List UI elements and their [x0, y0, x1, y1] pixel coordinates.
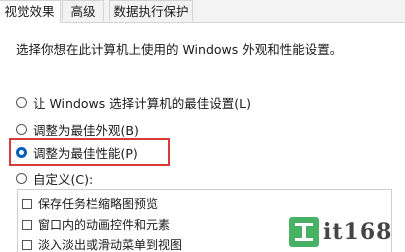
- radio-button-selected[interactable]: [16, 146, 27, 158]
- option-label: 自定义(C):: [33, 171, 94, 187]
- radio-button[interactable]: [16, 96, 27, 108]
- checkbox[interactable]: [22, 219, 32, 230]
- site-watermark: it168: [289, 215, 401, 249]
- radio-button[interactable]: [16, 123, 27, 135]
- option-let-windows-choose[interactable]: 让 Windows 选择计算机的最佳设置(L): [16, 93, 251, 111]
- option-best-appearance[interactable]: 调整为最佳外观(B): [16, 120, 139, 138]
- checkbox[interactable]: [22, 198, 32, 209]
- tab-visual-effects[interactable]: 视觉效果: [0, 0, 61, 23]
- green-site-logo-icon: [289, 217, 319, 247]
- effect-label: 窗口内的动画控件和元素: [38, 218, 171, 232]
- tab-advanced[interactable]: 高级: [62, 0, 104, 21]
- option-custom[interactable]: 自定义(C):: [16, 169, 93, 187]
- tab-data-execution-prevention[interactable]: 数据执行保护: [109, 0, 193, 21]
- performance-options-dialog: 视觉效果 高级 数据执行保护 选择你想在此计算机上使用的 Windows 外观和…: [0, 0, 405, 252]
- checkbox[interactable]: [22, 239, 32, 250]
- effect-label: 淡入淡出或滑动菜单到视图: [38, 238, 183, 252]
- watermark-text: it168: [323, 219, 393, 245]
- effect-animate-controls[interactable]: 窗口内的动画控件和元素: [22, 216, 170, 233]
- effect-taskbar-thumbnail[interactable]: 保存任务栏缩略图预览: [22, 195, 158, 212]
- effect-label: 保存任务栏缩略图预览: [38, 197, 159, 211]
- effect-fade-slide-menus[interactable]: 淡入淡出或滑动菜单到视图: [22, 236, 182, 252]
- intro-text: 选择你想在此计算机上使用的 Windows 外观和性能设置。: [16, 42, 343, 57]
- option-label: 调整为最佳性能(P): [33, 145, 138, 161]
- radio-button[interactable]: [16, 172, 27, 184]
- tab-strip: 视觉效果 高级 数据执行保护: [0, 0, 405, 23]
- option-label: 让 Windows 选择计算机的最佳设置(L): [33, 95, 251, 111]
- option-label: 调整为最佳外观(B): [33, 122, 139, 138]
- option-best-performance[interactable]: 调整为最佳性能(P): [16, 143, 138, 161]
